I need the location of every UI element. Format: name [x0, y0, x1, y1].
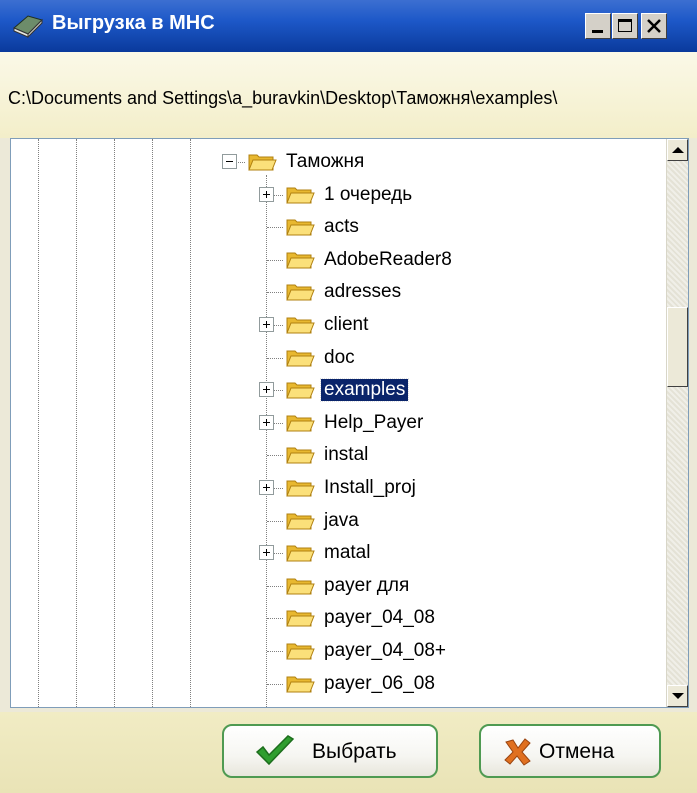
folder-icon	[286, 187, 315, 204]
maximize-icon	[618, 19, 632, 32]
tree-connector	[267, 357, 283, 359]
tree-node-label: java	[324, 509, 359, 531]
select-button[interactable]: Выбрать	[222, 724, 438, 778]
expand-toggle[interactable]	[259, 414, 274, 430]
tree-node[interactable]: matal	[11, 540, 661, 566]
tree-node[interactable]: payer для	[11, 573, 661, 599]
folder-icon	[286, 643, 315, 660]
path-band: C:\Documents and Settings\a_buravkin\Des…	[0, 52, 697, 138]
scroll-down-button[interactable]	[667, 685, 688, 707]
folder-icon	[286, 513, 315, 530]
tree-connector	[267, 292, 283, 294]
tree-connector	[267, 683, 283, 685]
tree-node[interactable]: payer_04_08+	[11, 638, 661, 664]
folder-icon	[286, 252, 315, 269]
tree-node-label: Таможня	[286, 151, 365, 172]
tree-node-label: adresses	[324, 281, 402, 303]
tree-connector	[267, 455, 283, 457]
cross-icon	[504, 738, 531, 766]
tree-node-label: client	[324, 314, 369, 335]
title-bar[interactable]: Выгрузка в МНС	[0, 0, 697, 52]
folder-icon	[286, 317, 315, 334]
arrow-up-icon	[672, 147, 684, 153]
open-folder-icon	[248, 154, 277, 171]
tree-node-label: 1 очередь	[324, 183, 413, 205]
cancel-button[interactable]: Отмена	[479, 724, 661, 778]
tree-node[interactable]: acts	[11, 214, 661, 240]
tree-node[interactable]: Install_proj	[11, 475, 661, 501]
vertical-scrollbar[interactable]	[666, 139, 688, 707]
folder-icon	[286, 219, 315, 236]
scroll-up-button[interactable]	[667, 139, 688, 161]
expand-toggle[interactable]	[259, 382, 274, 398]
tree-node-label: examples	[319, 378, 410, 403]
folder-icon	[286, 447, 315, 464]
tree-node-label: doc	[324, 346, 355, 368]
tree-node-label: Help_Payer	[324, 411, 424, 433]
tree-node-label: payer для	[324, 574, 410, 596]
tree-node-label: payer_04_08+	[324, 640, 447, 661]
collapse-toggle[interactable]	[222, 154, 237, 169]
folder-icon	[286, 676, 315, 693]
tree-node[interactable]: examples	[11, 377, 661, 403]
checkmark-icon	[255, 735, 295, 766]
minimize-button[interactable]	[585, 13, 611, 39]
folder-icon	[286, 578, 315, 595]
expand-toggle[interactable]	[259, 545, 274, 561]
tree-connector	[267, 227, 283, 229]
folder-tree[interactable]: Таможня 1 очередь acts AdobeReader8 adresse…	[10, 138, 689, 708]
close-icon	[647, 19, 661, 33]
book-icon	[13, 15, 43, 38]
tree-node-label: acts	[324, 216, 359, 238]
expand-toggle[interactable]	[259, 317, 274, 332]
tree-canvas: Таможня 1 очередь acts AdobeReader8 adresse…	[11, 139, 667, 707]
tree-node-label: payer_06_08	[324, 672, 435, 694]
tree-node[interactable]: payer_04_08	[11, 605, 661, 631]
arrow-down-icon	[672, 693, 684, 699]
window-title: Выгрузка в МНС	[52, 12, 215, 34]
maximize-button[interactable]	[612, 13, 638, 39]
tree-connector	[267, 520, 283, 522]
expand-toggle[interactable]	[259, 186, 274, 202]
tree-connector	[267, 618, 283, 620]
tree-connector	[267, 651, 283, 652]
close-button[interactable]	[641, 13, 667, 39]
tree-node[interactable]: instal	[11, 442, 661, 468]
cancel-button-label: Отмена	[539, 740, 615, 763]
tree-node-label: AdobeReader8	[324, 248, 452, 270]
tree-node[interactable]: client	[11, 312, 661, 338]
tree-node[interactable]: doc	[11, 345, 661, 371]
folder-icon	[286, 382, 315, 399]
folder-icon	[286, 284, 315, 301]
folder-icon	[286, 350, 315, 367]
tree-node[interactable]: 1 очередь	[11, 182, 661, 208]
scrollbar-thumb[interactable]	[667, 307, 688, 387]
select-button-label: Выбрать	[312, 740, 397, 763]
tree-node-root[interactable]: Таможня	[11, 149, 661, 175]
dialog-window: Выгрузка в МНС C:\Documents and Settings…	[0, 0, 697, 793]
minimize-icon	[592, 30, 603, 33]
folder-icon	[286, 480, 315, 497]
tree-node[interactable]: java	[11, 508, 661, 534]
tree-node-label: payer_04_08	[324, 607, 435, 629]
tree-node-label: instal	[324, 444, 369, 466]
tree-node[interactable]: payer_06_08	[11, 671, 661, 697]
button-bar: Выбрать Отмена	[0, 712, 697, 793]
tree-node[interactable]: AdobeReader8	[11, 247, 661, 273]
tree-node[interactable]: Help_Payer	[11, 410, 661, 436]
expand-toggle[interactable]	[259, 480, 274, 495]
folder-icon	[286, 415, 315, 432]
folder-icon	[286, 610, 315, 627]
tree-connector	[267, 585, 283, 587]
tree-node-label: Install_proj	[324, 477, 416, 498]
tree-connector	[267, 259, 283, 261]
tree-node-label: matal	[324, 542, 371, 564]
current-path: C:\Documents and Settings\a_buravkin\Des…	[8, 88, 558, 108]
folder-icon	[286, 545, 315, 562]
tree-node[interactable]: adresses	[11, 279, 661, 305]
